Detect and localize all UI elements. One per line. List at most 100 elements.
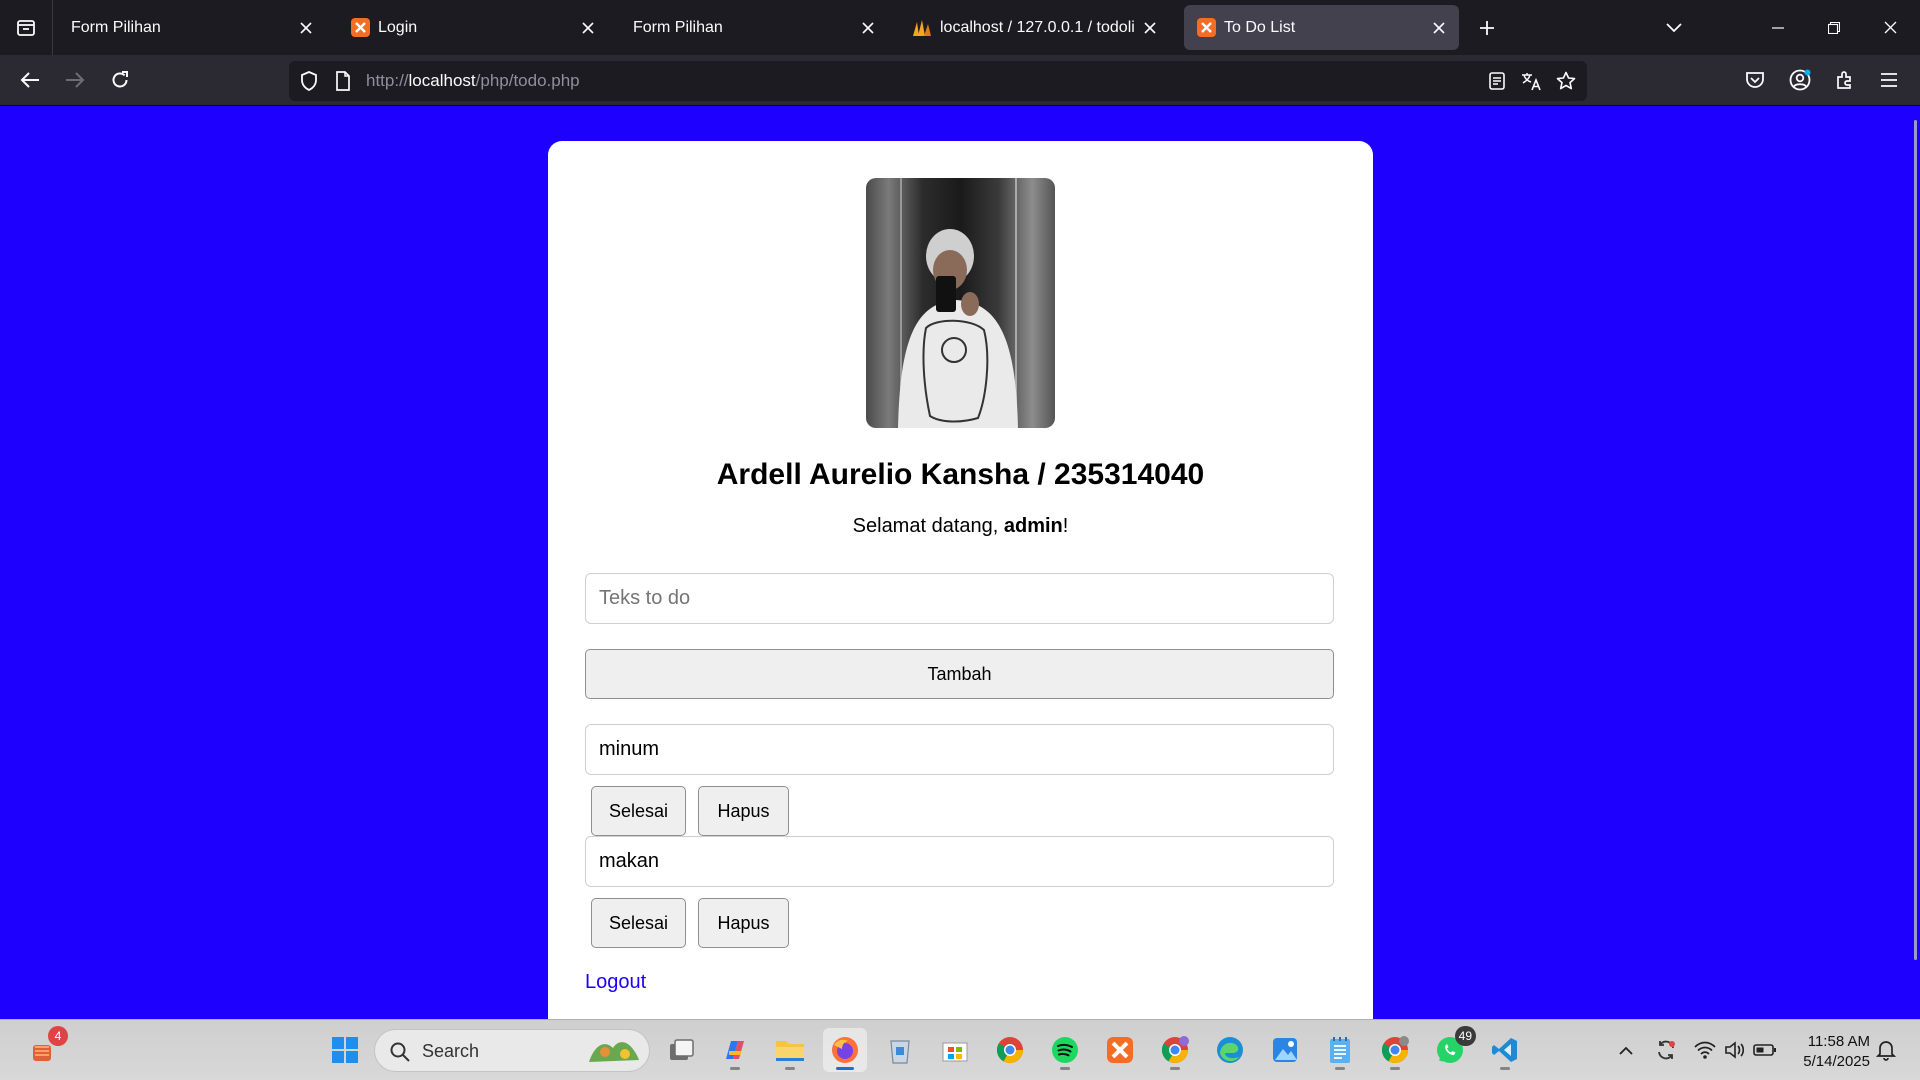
- tab-phpmyadmin[interactable]: localhost / 127.0.0.1 / todolist_d: [900, 5, 1170, 50]
- reload-button[interactable]: [102, 62, 138, 98]
- taskbar-edge[interactable]: [1208, 1028, 1252, 1072]
- taskbar-whatsapp[interactable]: 49: [1428, 1026, 1476, 1072]
- taskbar-search-box[interactable]: Search: [374, 1029, 650, 1072]
- tray-battery-button[interactable]: [1752, 1037, 1778, 1063]
- taskbar-chrome-profile[interactable]: [1153, 1028, 1197, 1072]
- close-icon: [1884, 21, 1896, 34]
- account-button[interactable]: [1782, 62, 1818, 98]
- clock-time: 11:58 AM: [1807, 1033, 1870, 1050]
- add-todo-button[interactable]: Tambah: [585, 649, 1334, 699]
- close-icon[interactable]: [292, 14, 320, 42]
- windows-logo-icon: [332, 1037, 358, 1063]
- windows-taskbar: 4 Search 49 11:58 AM 5/14/2025: [0, 1019, 1920, 1080]
- copilot-icon: [726, 1041, 744, 1059]
- firefox-view-button[interactable]: [0, 0, 53, 55]
- delete-todo-button[interactable]: Hapus: [698, 786, 789, 836]
- wifi-icon: [1694, 1041, 1716, 1059]
- new-tab-button[interactable]: [1469, 10, 1505, 46]
- spotify-icon: [1052, 1037, 1078, 1063]
- todo-item-text[interactable]: minum: [585, 724, 1334, 775]
- plus-icon: [1480, 21, 1494, 35]
- minimize-button[interactable]: [1750, 0, 1806, 55]
- address-bar[interactable]: http://localhost/php/todo.php: [289, 61, 1587, 101]
- close-icon[interactable]: [1136, 14, 1164, 42]
- tab-form-pilihan-2[interactable]: Form Pilihan: [618, 5, 888, 50]
- menu-button[interactable]: [1871, 62, 1907, 98]
- list-all-tabs-button[interactable]: [1656, 10, 1692, 46]
- close-window-button[interactable]: [1862, 0, 1918, 55]
- bookmark-star-icon[interactable]: [1554, 69, 1578, 93]
- complete-todo-button[interactable]: Selesai: [591, 786, 686, 836]
- firefox-view-icon: [17, 19, 35, 36]
- welcome-username: admin: [1003, 515, 1063, 537]
- account-icon: [1789, 69, 1811, 91]
- vscode-icon: [1492, 1038, 1517, 1062]
- taskbar-chrome[interactable]: [988, 1028, 1032, 1072]
- search-label: Search: [422, 1041, 480, 1061]
- page-info-icon[interactable]: [331, 69, 355, 93]
- restore-icon: [1828, 21, 1840, 34]
- taskbar-file-explorer[interactable]: [768, 1028, 812, 1072]
- back-button[interactable]: [12, 62, 48, 98]
- pocket-button[interactable]: [1737, 62, 1773, 98]
- search-icon: [390, 1042, 410, 1062]
- forward-button[interactable]: [57, 62, 93, 98]
- page-scrollbar[interactable]: [1914, 120, 1917, 960]
- taskbar-chrome-2[interactable]: [1373, 1028, 1417, 1072]
- chevron-down-icon: [1666, 23, 1682, 33]
- taskbar-spotify[interactable]: [1043, 1028, 1087, 1072]
- start-button[interactable]: [323, 1028, 367, 1072]
- running-indicator: [1390, 1067, 1400, 1070]
- taskbar-copilot[interactable]: [713, 1028, 757, 1072]
- logout-link[interactable]: Logout: [585, 971, 646, 994]
- tab-to-do-list[interactable]: To Do List: [1184, 5, 1459, 50]
- taskbar-xampp[interactable]: [1098, 1028, 1142, 1072]
- taskbar-firefox[interactable]: [823, 1028, 867, 1072]
- navigation-toolbar: http://localhost/php/todo.php: [0, 55, 1920, 106]
- whatsapp-badge: 49: [1454, 1026, 1476, 1046]
- taskbar-microsoft-store[interactable]: [933, 1028, 977, 1072]
- welcome-message: Selamat datang, admin!: [548, 515, 1373, 538]
- tab-title: Login: [378, 18, 418, 36]
- xampp-icon: [1196, 18, 1216, 38]
- speaker-icon: [1725, 1041, 1745, 1059]
- tab-login[interactable]: Login: [338, 5, 608, 50]
- running-indicator: [1500, 1067, 1510, 1070]
- taskbar-photos[interactable]: [1263, 1028, 1307, 1072]
- close-icon[interactable]: [854, 14, 882, 42]
- close-icon[interactable]: [574, 14, 602, 42]
- url-text[interactable]: http://localhost/php/todo.php: [366, 71, 580, 91]
- taskbar-recycle-bin[interactable]: [878, 1028, 922, 1072]
- extensions-button[interactable]: [1827, 62, 1863, 98]
- chrome-profile-icon: [1161, 1036, 1189, 1064]
- widgets-button[interactable]: 4: [20, 1026, 68, 1072]
- reader-view-icon[interactable]: [1485, 69, 1509, 93]
- store-icon: [942, 1042, 968, 1062]
- tray-volume-button[interactable]: [1722, 1037, 1748, 1063]
- url-path: /php/todo.php: [475, 71, 580, 90]
- task-view-button[interactable]: [660, 1028, 704, 1072]
- complete-todo-button[interactable]: Selesai: [591, 898, 686, 948]
- taskbar-clock[interactable]: 11:58 AM 5/14/2025: [1790, 1032, 1870, 1072]
- todo-text-input[interactable]: [585, 573, 1334, 624]
- close-icon[interactable]: [1425, 14, 1453, 42]
- profile-photo: [866, 178, 1055, 428]
- delete-todo-button[interactable]: Hapus: [698, 898, 789, 948]
- running-indicator: [1060, 1067, 1070, 1070]
- show-hidden-icons-button[interactable]: [1613, 1037, 1639, 1063]
- translate-icon[interactable]: [1520, 69, 1544, 93]
- taskbar-vscode[interactable]: [1483, 1028, 1527, 1072]
- tracking-protection-shield-icon[interactable]: [297, 69, 321, 93]
- notifications-button[interactable]: [1873, 1037, 1899, 1063]
- tray-network-button[interactable]: [1692, 1037, 1718, 1063]
- tray-sync-button[interactable]: [1653, 1037, 1679, 1063]
- taskbar-notepad[interactable]: [1318, 1028, 1362, 1072]
- arrow-left-icon: [20, 72, 39, 88]
- page-viewport: Ardell Aurelio Kansha / 235314040 Selama…: [0, 106, 1920, 1019]
- running-indicator: [1335, 1067, 1345, 1070]
- todo-item-text[interactable]: makan: [585, 836, 1334, 887]
- tab-form-pilihan-1[interactable]: Form Pilihan: [56, 5, 326, 50]
- restore-button[interactable]: [1806, 0, 1862, 55]
- chrome-icon: [996, 1037, 1024, 1064]
- hamburger-menu-icon: [1881, 73, 1897, 87]
